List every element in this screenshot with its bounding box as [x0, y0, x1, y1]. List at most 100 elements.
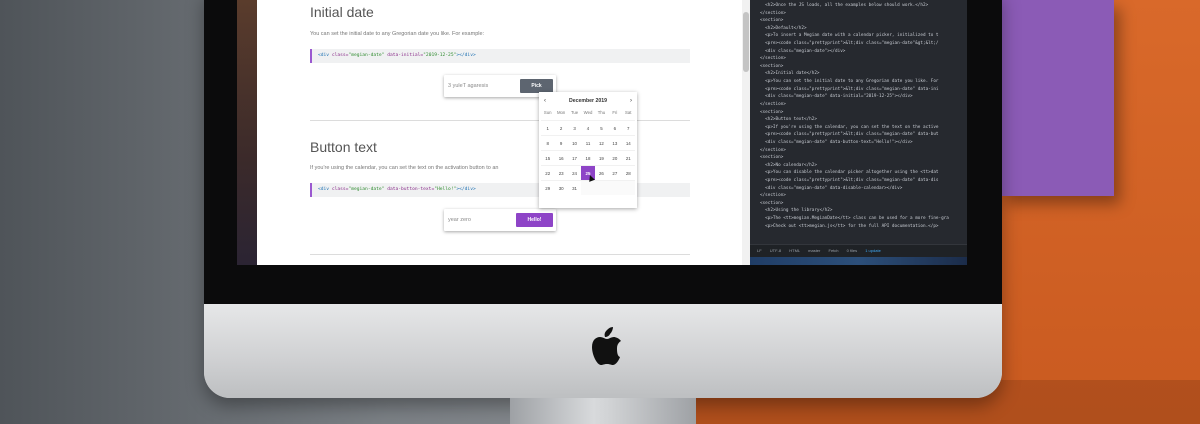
code-line: <p>Check out <tt>megian.js</tt> for the …	[760, 223, 939, 229]
status-files[interactable]: 0 files	[847, 248, 857, 253]
calendar-day[interactable]: 6	[608, 120, 622, 135]
calendar-day[interactable]: 27	[608, 165, 622, 180]
calendar-day-grid: 1 2 3 4 5 6 7 8 9 10 11 12 13 14 15 16 17 18 19 20 21 22 23 24 2…	[541, 120, 635, 195]
code-line: <h2>Once the JS loads, all the examples …	[760, 3, 929, 8]
code-line: <pre><code class="prettyprint">&lt;div c…	[760, 178, 939, 184]
date-display-field[interactable]: year zero	[448, 209, 471, 231]
calendar-day[interactable]: 29	[541, 180, 555, 195]
calendar-day[interactable]: 9	[554, 135, 568, 150]
code-line: <pre><code class="prettyprint">&lt;div c…	[760, 132, 939, 138]
code-line: <p>To insert a Megian date with a calend…	[760, 33, 939, 39]
code-line: <p>The <tt>megian.MegianDate</tt> class …	[760, 216, 949, 222]
calendar-weekday-header: Sun Mon Tue Wed Thu Fri Sat	[541, 110, 635, 115]
weekday-label: Mon	[556, 110, 566, 115]
imac-stand	[510, 398, 696, 424]
editor-footer-bar	[750, 257, 967, 265]
scrollbar-thumb[interactable]	[743, 12, 749, 72]
code-value: "megian-date"	[348, 187, 385, 192]
section-title-initial-date: Initial date	[310, 4, 374, 20]
code-line: </section>	[760, 193, 786, 199]
code-line: </section>	[760, 101, 786, 107]
code-line: <section>	[760, 155, 784, 161]
calendar-day[interactable]: 20	[608, 150, 622, 165]
pick-button[interactable]: Pick	[520, 79, 553, 93]
calendar-day[interactable]: 3	[567, 120, 582, 135]
calendar-day[interactable]: 30	[554, 180, 568, 195]
calendar-empty-cell	[621, 180, 635, 195]
section-desc-button-text: If you're using the calendar, you can se…	[310, 165, 499, 171]
code-attr: class=	[329, 53, 349, 58]
code-attr: data-button-text=	[384, 187, 435, 192]
status-line-ending[interactable]: LF	[757, 248, 762, 253]
browser-page[interactable]: Initial date You can set the initial dat…	[257, 0, 750, 265]
calendar-month-label: December 2019	[568, 98, 608, 104]
code-line: <p>You can disable the calendar picker a…	[760, 170, 939, 176]
section-title-button-text: Button text	[310, 139, 377, 155]
status-updates[interactable]: 1 update	[865, 248, 881, 253]
calendar-day[interactable]: 4	[581, 120, 595, 135]
calendar-day[interactable]: 2	[554, 120, 568, 135]
chevron-right-icon[interactable]: ›	[630, 94, 632, 108]
code-line: <div class="megian-date" data-button-tex…	[760, 139, 913, 145]
code-line: <h2>Default</h2>	[760, 25, 807, 31]
date-display-field[interactable]: 3 yuleT agaresis	[448, 75, 488, 97]
status-branch[interactable]: master	[808, 248, 820, 253]
calendar-day[interactable]: 1	[541, 120, 555, 135]
calendar-day[interactable]: 23	[554, 165, 568, 180]
code-attr: class=	[329, 187, 349, 192]
screen: Initial date You can set the initial dat…	[237, 0, 967, 265]
code-snippet-initial-date: <div class="megian-date" data-initial="2…	[310, 49, 690, 63]
calendar-day[interactable]: 24	[567, 165, 582, 180]
calendar-day[interactable]: 21	[621, 150, 635, 165]
calendar-day[interactable]: 28	[621, 165, 635, 180]
calendar-empty-cell	[581, 180, 595, 195]
code-line: <h2>Button text</h2>	[760, 117, 817, 123]
weekday-label: Fri	[612, 110, 618, 115]
code-line: <h2>Initial date</h2>	[760, 71, 820, 77]
calendar-day[interactable]: 22	[541, 165, 555, 180]
code-line: </section>	[760, 56, 786, 62]
calendar-day[interactable]: 12	[594, 135, 609, 150]
code-line: <section>	[760, 18, 784, 24]
calendar-day[interactable]: 17	[567, 150, 582, 165]
status-encoding[interactable]: UTF-8	[770, 248, 781, 253]
calendar-day[interactable]: 19	[594, 150, 609, 165]
code-line: <div class="megian-date"></div>	[760, 48, 846, 54]
code-value: "Hello!"	[434, 187, 457, 192]
editor-code-lines: <h2>Once the JS loads, all the examples …	[760, 2, 965, 230]
megian-date-widget-button-text: year zero Hello!	[444, 209, 556, 231]
weekday-label: Thu	[597, 110, 606, 115]
calendar-popup: ‹ December 2019 › Sun Mon Tue Wed Thu Fr…	[539, 92, 637, 208]
weekday-label: Sun	[543, 110, 552, 115]
code-tag: <div	[318, 187, 330, 192]
code-editor[interactable]: <h2>Once the JS loads, all the examples …	[750, 0, 967, 265]
calendar-day[interactable]: 11	[581, 135, 595, 150]
code-tag: ></div>	[456, 53, 476, 58]
status-fetch[interactable]: Fetch	[829, 248, 839, 253]
code-line: <div class="megian-date" data-disable-ca…	[760, 185, 903, 191]
code-value: "megian-date"	[348, 53, 385, 58]
browser-scrollbar[interactable]	[742, 0, 750, 265]
calendar-day[interactable]: 13	[608, 135, 622, 150]
calendar-empty-cell	[608, 180, 622, 195]
calendar-day[interactable]: 5	[594, 120, 609, 135]
calendar-day[interactable]: 7	[621, 120, 635, 135]
calendar-day[interactable]: 31	[567, 180, 582, 195]
code-attr: data-initial=	[384, 53, 424, 58]
calendar-empty-cell	[594, 180, 609, 195]
calendar-day[interactable]: 16	[554, 150, 568, 165]
code-line: <pre><code class="prettyprint">&lt;div c…	[760, 41, 939, 47]
code-line: <p>You can set the initial date to any G…	[760, 79, 939, 85]
calendar-day[interactable]: 14	[621, 135, 635, 150]
calendar-day[interactable]: 15	[541, 150, 555, 165]
calendar-day[interactable]: 10	[567, 135, 582, 150]
calendar-day[interactable]: 8	[541, 135, 555, 150]
code-line: <p>If you're using the calendar, you can…	[760, 124, 939, 130]
desktop-wallpaper	[237, 0, 257, 265]
calendar-day[interactable]: 18	[581, 150, 595, 165]
code-line: <h2>No calendar</h2>	[760, 162, 817, 168]
status-grammar[interactable]: HTML	[789, 248, 800, 253]
calendar-day[interactable]: 26	[594, 165, 609, 180]
purple-card	[1000, 0, 1114, 196]
hello-button[interactable]: Hello!	[516, 213, 553, 227]
